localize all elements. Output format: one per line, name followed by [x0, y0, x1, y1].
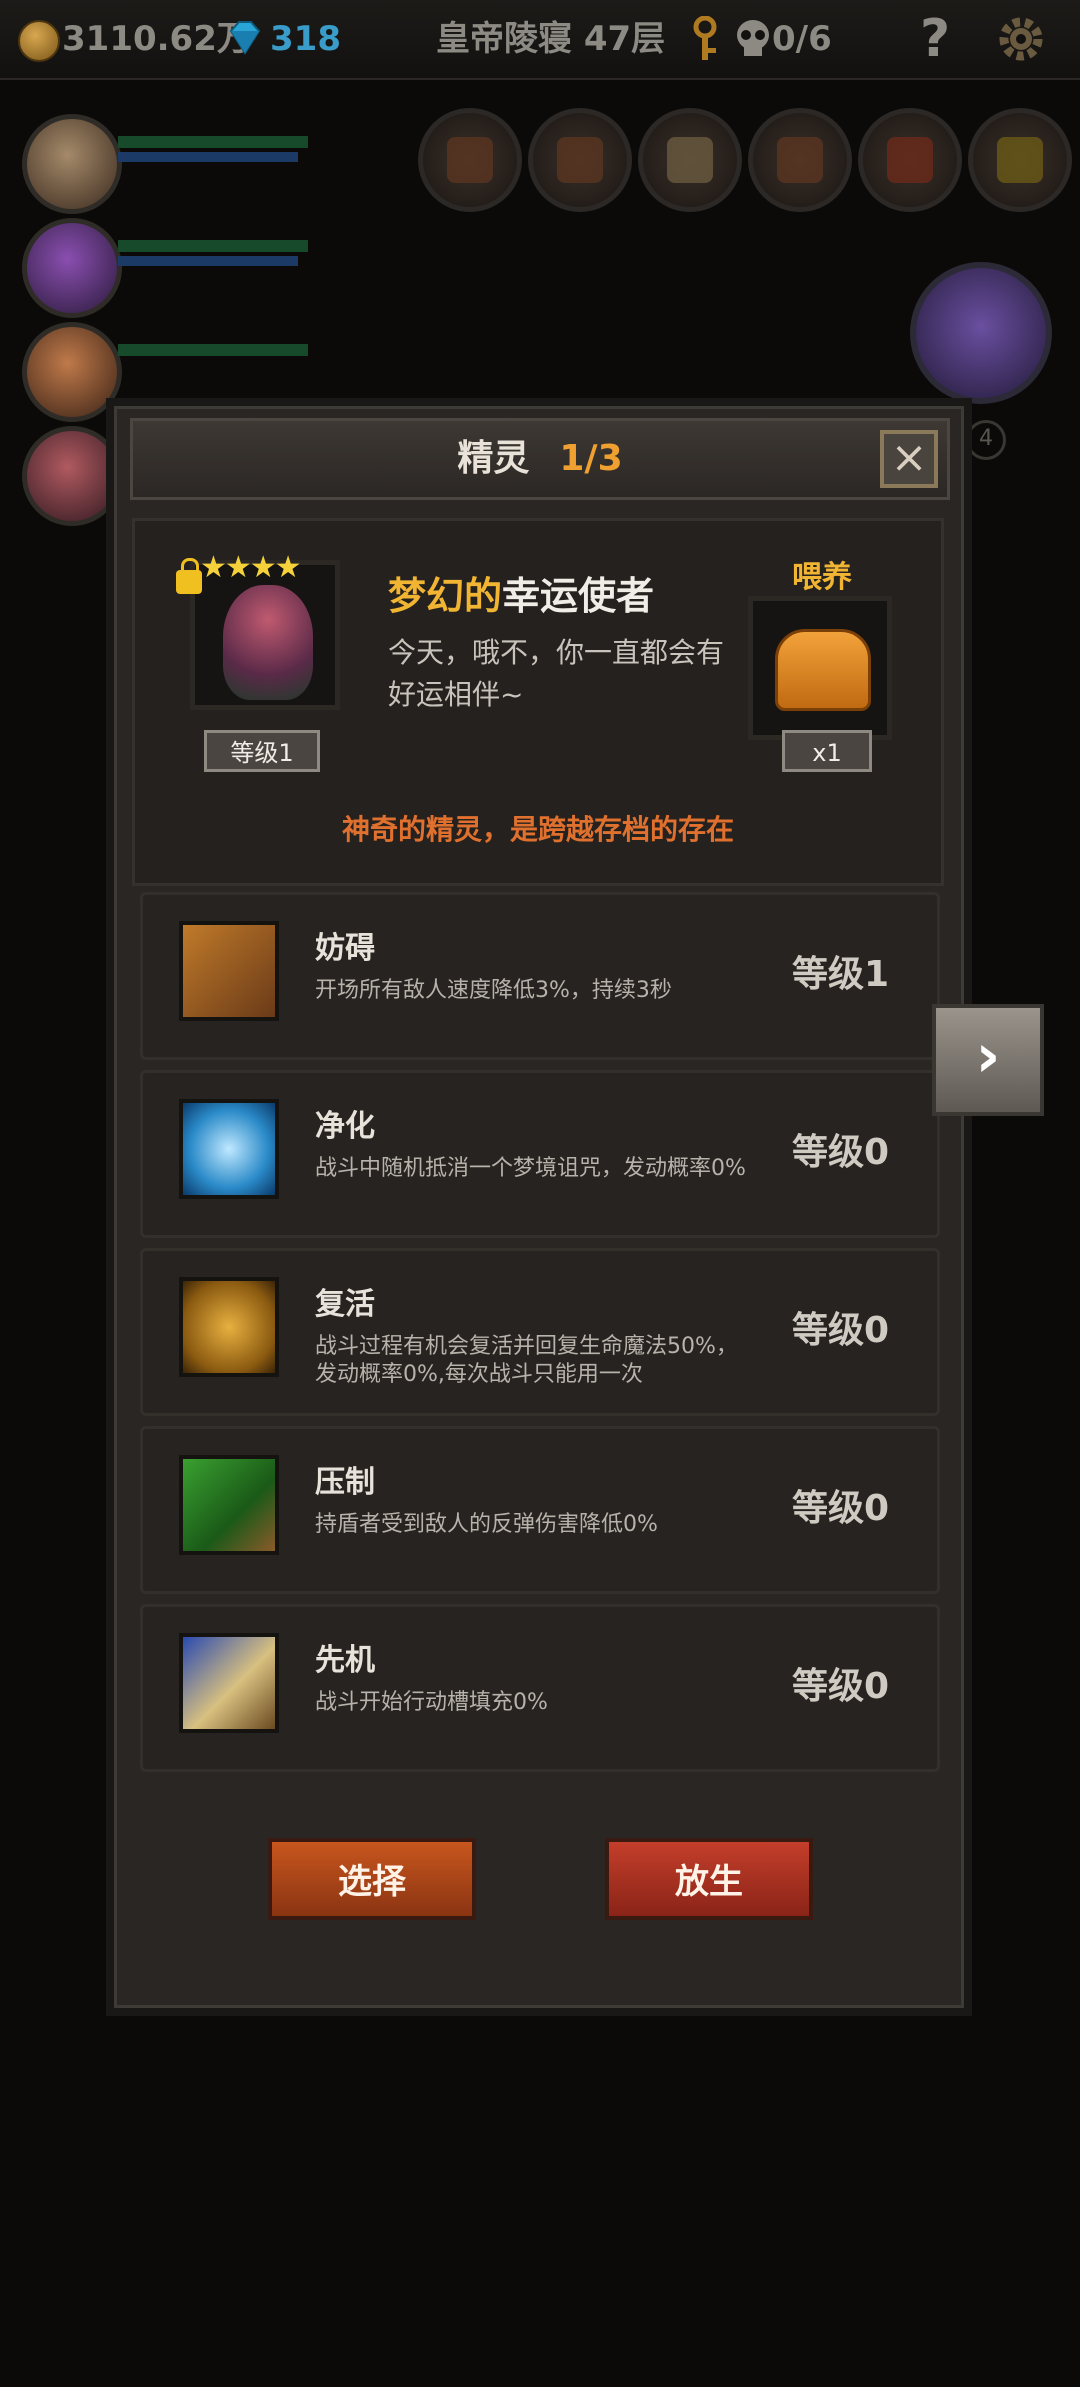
panel-title: 精灵 1/3 [130, 418, 950, 500]
skill-name: 复活 [315, 1287, 375, 1322]
sprite-description: 今天，哦不，你一直都会有好运相伴~ [388, 636, 725, 711]
skill-description: 战斗过程有机会复活并回复生命魔法50%，发动概率0%,每次战斗只能用一次 [315, 1334, 738, 1387]
hero-avatar-1[interactable] [22, 114, 122, 214]
skill-row[interactable]: 先机 战斗开始行动槽填充0% 等级0 [140, 1604, 940, 1772]
skill-description: 开场所有敌人速度降低3%，持续3秒 [315, 978, 672, 1003]
skill-level: 等级0 [791, 1310, 889, 1351]
release-button[interactable]: 放生 [605, 1838, 813, 1920]
skill-description: 战斗中随机抵消一个梦境诅咒，发动概率0% [315, 1156, 746, 1181]
skill-level: 等级0 [791, 1666, 889, 1707]
bread-icon [775, 629, 871, 711]
hero-1-mp-bar [118, 152, 298, 162]
feed-label: 喂养 [792, 560, 852, 595]
hero-1-hp-bar [118, 136, 308, 148]
skill-row[interactable]: 压制 持盾者受到敌人的反弹伤害降低0% 等级0 [140, 1426, 940, 1594]
beast-claw-icon [179, 1455, 279, 1555]
skill-row[interactable]: 妨碍 开场所有敌人速度降低3%，持续3秒 等级1 [140, 892, 940, 1060]
item-slot-scroll[interactable] [638, 108, 742, 212]
hero-2-mp-bar [118, 256, 298, 266]
skill-description: 持盾者受到敌人的反弹伤害降低0% [315, 1512, 658, 1537]
item-slot-drum[interactable] [418, 108, 522, 212]
sprite-name-prefix: 梦幻的 [388, 574, 503, 618]
sprite-tagline: 神奇的精灵，是跨越存档的存在 [341, 813, 734, 846]
feed-count: x1 [782, 730, 872, 772]
star-rating: ★★★★ [200, 550, 302, 585]
skill-level: 等级0 [791, 1488, 889, 1529]
feed-item-button[interactable] [748, 596, 892, 740]
skill-name: 妨碍 [315, 931, 375, 966]
item-slot-book[interactable] [528, 108, 632, 212]
title-text: 精灵 [457, 438, 530, 479]
next-page-arrow-icon[interactable]: › [932, 1004, 1044, 1116]
skill-level: 等级0 [791, 1132, 889, 1173]
sprite-name: 梦幻的幸运使者 [388, 565, 654, 620]
sprite-level: 等级1 [204, 730, 320, 772]
skill-name: 先机 [315, 1643, 375, 1678]
close-button[interactable]: × [880, 430, 938, 488]
item-slot-bell[interactable] [748, 108, 852, 212]
boss-badge: 4 [966, 420, 1006, 460]
page-indicator: 1/3 [559, 438, 623, 479]
skill-row[interactable]: 净化 战斗中随机抵消一个梦境诅咒，发动概率0% 等级0 [140, 1070, 940, 1238]
select-button[interactable]: 选择 [268, 1838, 476, 1920]
item-slot-fan[interactable] [858, 108, 962, 212]
leopard-icon [179, 1633, 279, 1733]
hero-3-hp-bar [118, 344, 308, 356]
hero-avatar-2[interactable] [22, 218, 122, 318]
sprite-figure [223, 585, 313, 700]
hero-2-hp-bar [118, 240, 308, 252]
chained-boot-icon [179, 921, 279, 1021]
revive-figure-icon [179, 1277, 279, 1377]
skill-row[interactable]: 复活 战斗过程有机会复活并回复生命魔法50%，发动概率0%,每次战斗只能用一次 … [140, 1248, 940, 1416]
sprite-name-main: 幸运使者 [502, 574, 655, 618]
skill-name: 压制 [315, 1465, 375, 1500]
blue-flower-icon [179, 1099, 279, 1199]
item-slot-feather[interactable] [968, 108, 1072, 212]
lock-icon[interactable] [176, 558, 202, 594]
skill-level: 等级1 [791, 954, 889, 995]
boss-portrait[interactable] [910, 262, 1052, 404]
skill-description: 战斗开始行动槽填充0% [315, 1690, 548, 1715]
skill-name: 净化 [315, 1109, 375, 1144]
